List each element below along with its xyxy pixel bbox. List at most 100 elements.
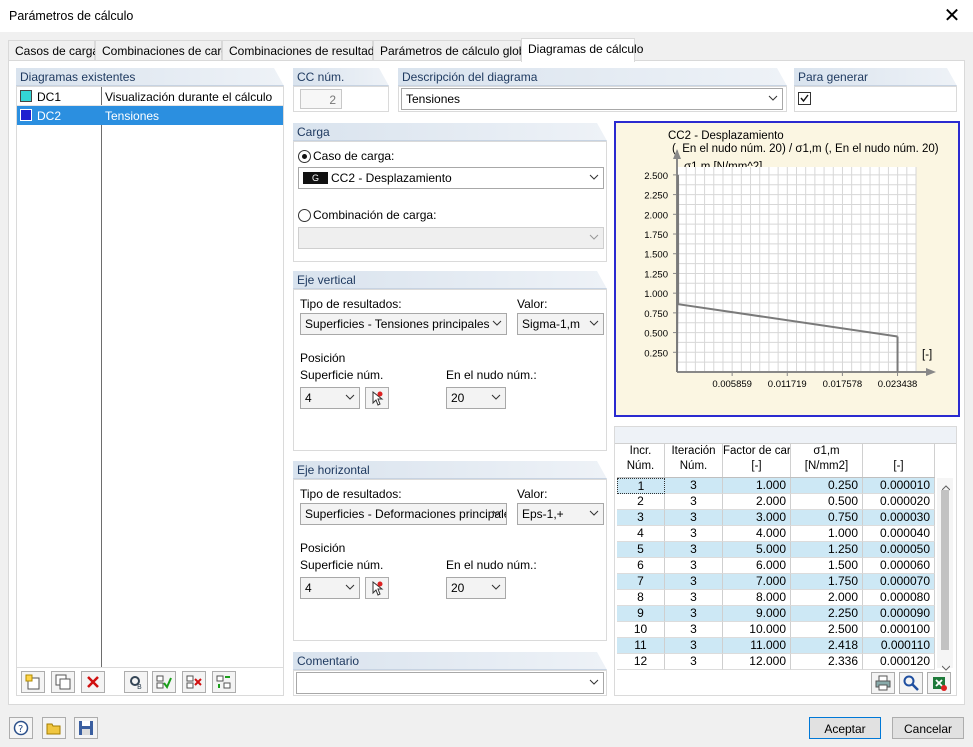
table-cell: 2.000 [723,494,791,510]
table-row[interactable]: 8 3 8.000 2.000 0.000080 [617,590,935,606]
vertical-surface-combo[interactable]: 4 [300,387,360,409]
list-item[interactable]: DC1 Visualización durante el cálculo [17,87,283,106]
cancel-button[interactable]: Cancelar [892,717,964,739]
table-row[interactable]: 4 3 4.000 1.000 0.000040 [617,526,935,542]
chart-y-tick-label: 2.250 [644,191,668,202]
chevron-down-icon [589,171,599,183]
load-case-radio[interactable] [298,150,311,163]
table-cell: 3 [617,510,665,526]
table-cell: 3 [665,590,723,606]
accept-button[interactable]: Aceptar [809,717,881,739]
table-cell: 3 [665,654,723,670]
uncheck-all-button[interactable] [182,671,206,693]
chevron-down-icon [589,507,599,519]
tab-result-combinations[interactable]: Combinaciones de resultados [222,40,387,61]
chevron-down-icon [491,581,501,593]
description-combo[interactable]: Tensiones [401,88,783,110]
table-row[interactable]: 2 3 2.000 0.500 0.000020 [617,494,935,510]
pick-surface-button[interactable] [365,577,389,599]
delete-diagram-button[interactable] [81,671,105,693]
tab-global-calc-params[interactable]: Parámetros de cálculo global [373,40,535,61]
table-cell: 3 [665,494,723,510]
table-row[interactable]: 7 3 7.000 1.750 0.000070 [617,574,935,590]
table-cell: 1.750 [791,574,863,590]
table-row[interactable]: 10 3 10.000 2.500 0.000100 [617,622,935,638]
print-button[interactable] [871,672,895,694]
list-item-selected[interactable]: DC2 Tensiones [17,106,283,125]
load-case-combo[interactable]: G CC2 - Desplazamiento [298,167,604,189]
horizontal-axis-title: Eje horizontal [297,463,370,477]
open-button[interactable] [42,717,66,739]
table-row[interactable]: 5 3 5.000 1.250 0.000050 [617,542,935,558]
toggle-check-button[interactable] [212,671,236,693]
comment-title: Comentario [297,654,360,668]
table-cell: 2.250 [791,606,863,622]
new-diagram-button[interactable] [21,671,45,693]
search-button[interactable] [899,672,923,694]
table-cell: 12 [617,654,665,670]
col-header-sigma: σ1,m [N/mm2] [791,444,863,477]
svg-text:?: ? [18,724,23,735]
tab-load-combinations[interactable]: Combinaciones de carga [95,40,235,61]
vertical-value-combo[interactable]: Sigma-1,m [517,313,604,335]
table-row[interactable]: 12 3 12.000 2.336 0.000120 [617,654,935,670]
table-cell: 2.500 [791,622,863,638]
chart-y-tick-label: 1.000 [644,289,668,300]
chevron-down-icon [345,581,355,593]
table-row[interactable]: 1 3 1.000 0.250 0.000010 [617,478,935,494]
vertical-node-combo[interactable]: 20 [446,387,506,409]
existing-diagrams-title: Diagramas existentes [20,70,136,84]
load-header: Carga [293,123,607,141]
horizontal-result-type-combo[interactable]: Superficies - Deformaciones principales [300,503,507,525]
copy-diagram-button[interactable] [51,671,75,693]
help-button[interactable]: ? [9,717,33,739]
horizontal-axis-box: Tipo de resultados: Valor: Superficies -… [293,479,607,641]
generate-checkbox[interactable] [798,92,811,105]
vertical-result-type-combo[interactable]: Superficies - Tensiones principales [300,313,507,335]
table-cell: 3 [665,558,723,574]
pick-surface-button[interactable] [365,387,389,409]
chevron-down-icon [589,231,599,243]
diagram-description: Tensiones [105,109,160,123]
horizontal-value-combo[interactable]: Eps-1,+ [517,503,604,525]
vertical-axis-header: Eje vertical [293,271,607,289]
table-cell: 0.250 [791,478,863,494]
uncheck-list-icon [186,675,202,689]
chart-x-tick-label: 0.005859 [712,379,752,390]
new-icon [25,674,40,690]
horizontal-node-combo[interactable]: 20 [446,577,506,599]
col-header-load-factor: Factor de car [-] [723,444,791,477]
scroll-thumb[interactable] [941,490,949,650]
table-cell: 2.000 [791,590,863,606]
tab-calc-diagrams[interactable]: Diagramas de cálculo [521,38,643,62]
save-button[interactable] [74,717,98,739]
table-cell: 3 [665,622,723,638]
table-scrollbar[interactable] [937,478,953,671]
settings-button[interactable]: B [124,671,148,693]
chart-y-tick-label: 1.250 [644,269,668,280]
table-cell: 0.000070 [863,574,935,590]
color-swatch [20,90,32,102]
tab-load-cases[interactable]: Casos de carga [8,40,99,61]
horizontal-surface-combo[interactable]: 4 [300,577,360,599]
load-combo-radio[interactable] [298,209,311,222]
close-icon[interactable]: ✕ [939,3,965,29]
export-excel-button[interactable] [927,672,951,694]
position-label: Posición [300,541,346,555]
chevron-down-icon [589,676,599,688]
table-cell: 0.000090 [863,606,935,622]
table-row[interactable]: 6 3 6.000 1.500 0.000060 [617,558,935,574]
table-row[interactable]: 11 3 11.000 2.418 0.000110 [617,638,935,654]
table-row[interactable]: 3 3 3.000 0.750 0.000030 [617,510,935,526]
table-row[interactable]: 9 3 9.000 2.250 0.000090 [617,606,935,622]
chevron-down-icon [345,391,355,403]
table-cell: 6.000 [723,558,791,574]
chevron-down-icon [768,92,778,104]
table-cell: 3 [665,478,723,494]
table-cell: 1.250 [791,542,863,558]
help-icon: ? [13,720,29,736]
comment-combo[interactable] [296,672,604,694]
table-cell: 3 [665,526,723,542]
svg-text:B: B [137,683,142,690]
check-all-button[interactable] [152,671,176,693]
